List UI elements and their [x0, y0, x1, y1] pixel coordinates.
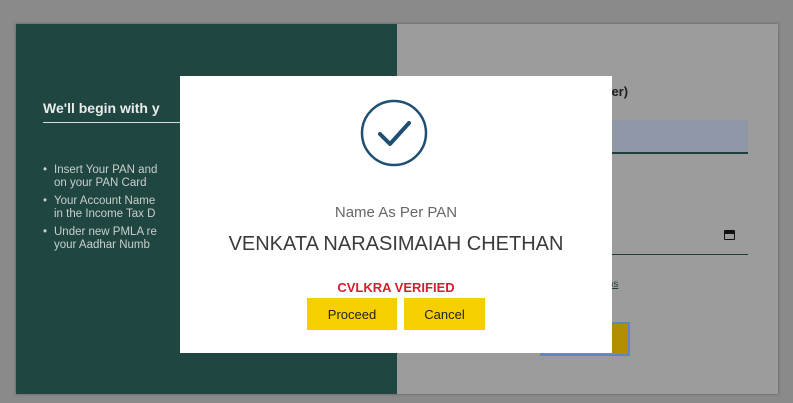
proceed-button[interactable]: Proceed	[307, 298, 397, 330]
verification-status: CVLKRA VERIFIED	[337, 280, 455, 295]
cancel-button[interactable]: Cancel	[404, 298, 485, 330]
pan-name-value: VENKATA NARASIMAIAH CHETHAN	[228, 233, 564, 255]
calendar-icon[interactable]	[724, 230, 735, 240]
checkmark-circle-icon	[360, 99, 428, 167]
pan-input[interactable]	[600, 120, 748, 154]
dob-field[interactable]	[600, 254, 748, 255]
pan-verification-modal: Name As Per PAN VENKATA NARASIMAIAH CHET…	[180, 76, 612, 353]
pan-name-label: Name As Per PAN	[334, 204, 458, 221]
